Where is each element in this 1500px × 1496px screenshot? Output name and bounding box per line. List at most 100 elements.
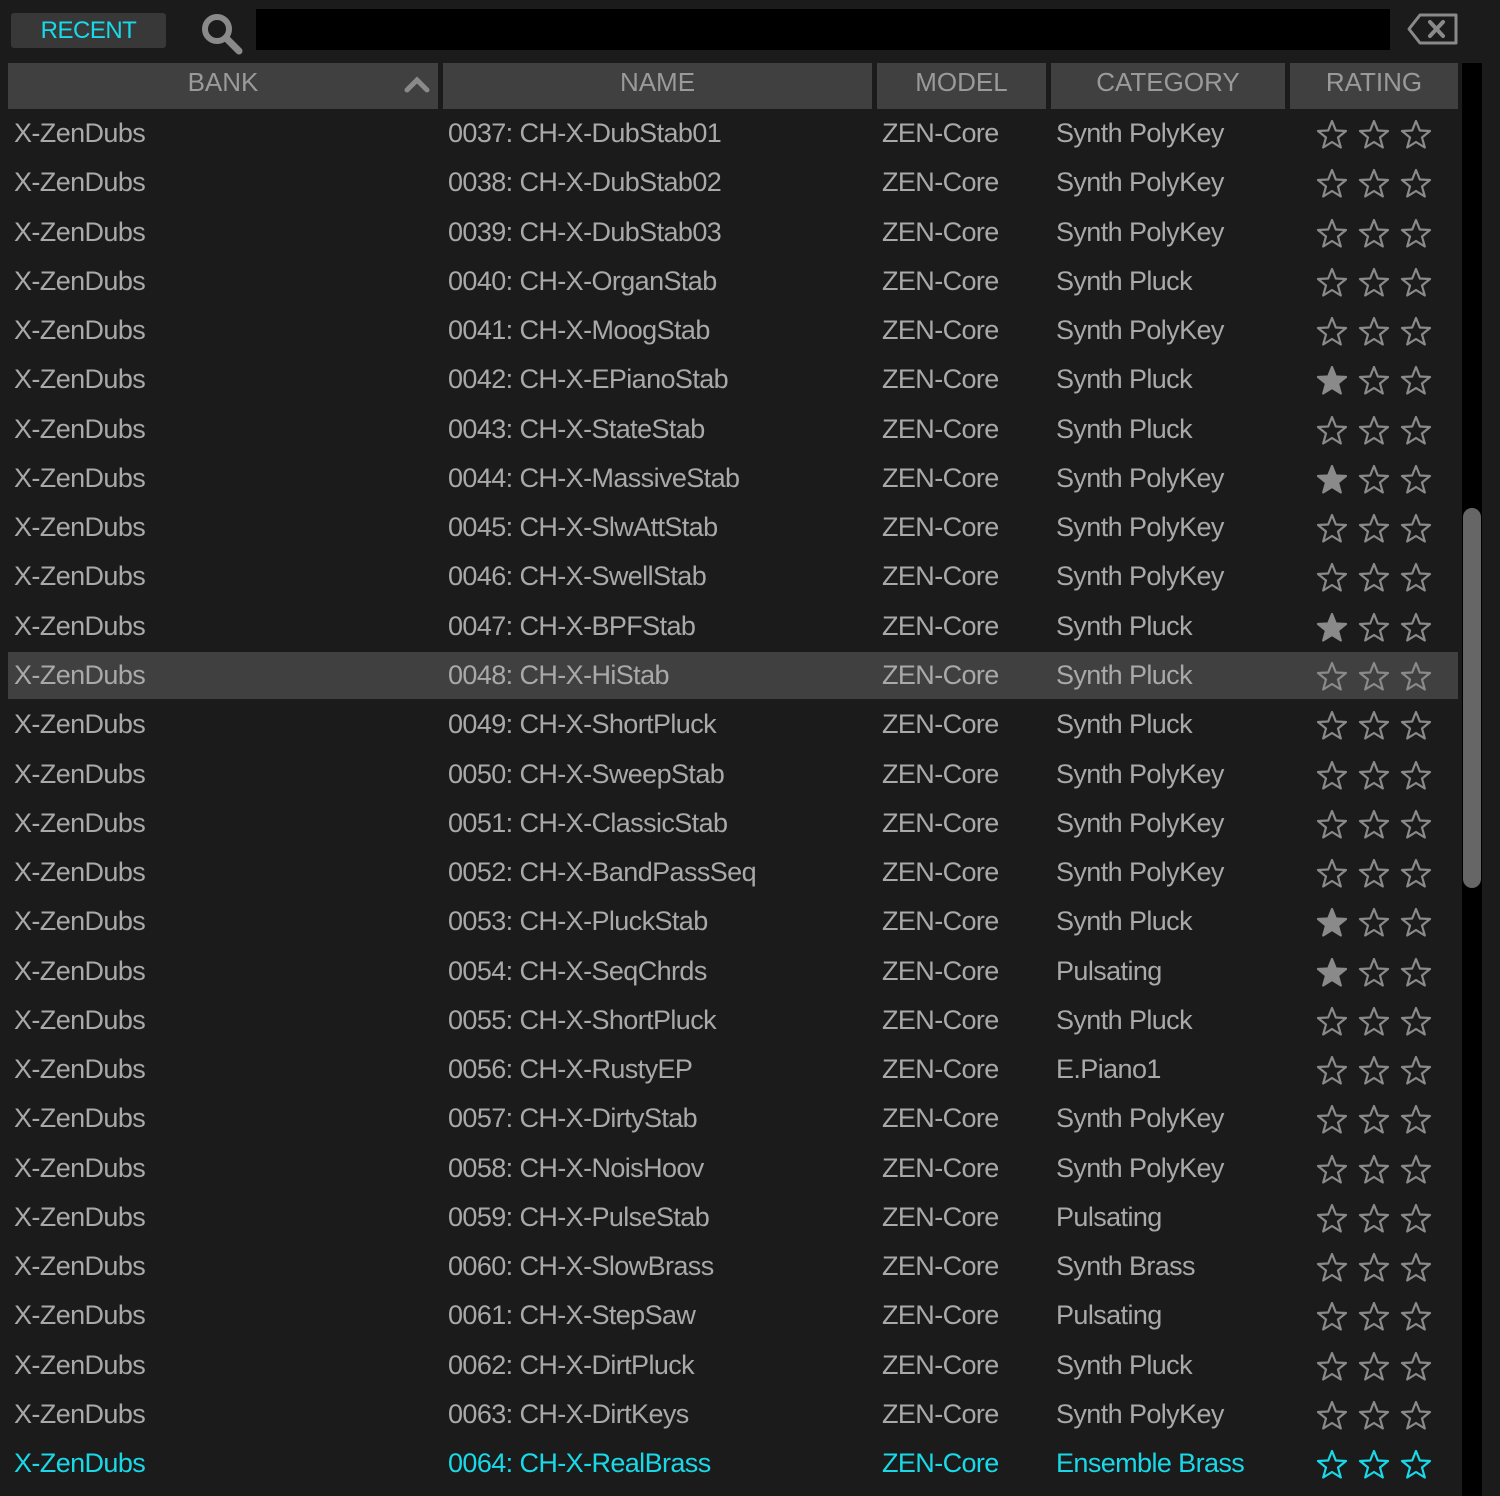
table-row[interactable]: X-ZenDubs 0038: CH-X-DubStab02 ZEN-Core Syn… bbox=[8, 159, 1458, 206]
star-outline-icon[interactable] bbox=[1316, 1252, 1348, 1282]
star-outline-icon[interactable] bbox=[1316, 119, 1348, 149]
star-outline-icon[interactable] bbox=[1400, 513, 1432, 543]
star-outline-icon[interactable] bbox=[1316, 809, 1348, 839]
star-filled-icon[interactable] bbox=[1316, 464, 1348, 494]
star-outline-icon[interactable] bbox=[1316, 760, 1348, 790]
star-outline-icon[interactable] bbox=[1400, 710, 1432, 740]
star-outline-icon[interactable] bbox=[1400, 168, 1432, 198]
star-outline-icon[interactable] bbox=[1358, 1351, 1390, 1381]
table-row[interactable]: X-ZenDubs 0039: CH-X-DubStab03 ZEN-Core Syn… bbox=[8, 209, 1458, 256]
star-outline-icon[interactable] bbox=[1400, 1055, 1432, 1085]
star-outline-icon[interactable] bbox=[1358, 1006, 1390, 1036]
table-row[interactable]: X-ZenDubs 0050: CH-X-SweepStab ZEN-Core Syn… bbox=[8, 751, 1458, 798]
table-row[interactable]: X-ZenDubs 0059: CH-X-PulseStab ZEN-Core Pul… bbox=[8, 1194, 1458, 1241]
table-row[interactable]: X-ZenDubs 0047: CH-X-BPFStab ZEN-Core Synth… bbox=[8, 603, 1458, 650]
star-filled-icon[interactable] bbox=[1316, 907, 1348, 937]
star-outline-icon[interactable] bbox=[1358, 1252, 1390, 1282]
table-row[interactable]: X-ZenDubs 0055: CH-X-ShortPluck ZEN-Core Sy… bbox=[8, 997, 1458, 1044]
star-outline-icon[interactable] bbox=[1316, 513, 1348, 543]
star-outline-icon[interactable] bbox=[1358, 858, 1390, 888]
star-outline-icon[interactable] bbox=[1358, 760, 1390, 790]
star-outline-icon[interactable] bbox=[1400, 1252, 1432, 1282]
star-outline-icon[interactable] bbox=[1358, 1104, 1390, 1134]
star-outline-icon[interactable] bbox=[1316, 1006, 1348, 1036]
star-outline-icon[interactable] bbox=[1316, 316, 1348, 346]
star-outline-icon[interactable] bbox=[1358, 957, 1390, 987]
table-row[interactable]: X-ZenDubs 0044: CH-X-MassiveStab ZEN-Core S… bbox=[8, 455, 1458, 502]
star-outline-icon[interactable] bbox=[1316, 1203, 1348, 1233]
column-header-model[interactable]: MODEL bbox=[877, 63, 1046, 109]
star-outline-icon[interactable] bbox=[1316, 1449, 1348, 1479]
star-outline-icon[interactable] bbox=[1358, 464, 1390, 494]
table-row[interactable]: X-ZenDubs 0064: CH-X-RealBrass ZEN-Core Ens… bbox=[8, 1440, 1458, 1487]
star-outline-icon[interactable] bbox=[1358, 661, 1390, 691]
star-outline-icon[interactable] bbox=[1316, 267, 1348, 297]
table-row[interactable]: X-ZenDubs 0054: CH-X-SeqChrds ZEN-Core Puls… bbox=[8, 948, 1458, 995]
star-outline-icon[interactable] bbox=[1358, 1301, 1390, 1332]
star-outline-icon[interactable] bbox=[1316, 415, 1348, 445]
table-row[interactable]: X-ZenDubs 0062: CH-X-DirtPluck ZEN-Core Syn… bbox=[8, 1342, 1458, 1389]
backspace-clear-icon[interactable] bbox=[1406, 12, 1460, 46]
star-outline-icon[interactable] bbox=[1400, 1400, 1432, 1430]
column-header-name[interactable]: NAME bbox=[443, 63, 872, 109]
star-outline-icon[interactable] bbox=[1400, 1104, 1432, 1134]
star-filled-icon[interactable] bbox=[1316, 957, 1348, 987]
star-outline-icon[interactable] bbox=[1400, 562, 1432, 593]
star-outline-icon[interactable] bbox=[1358, 365, 1390, 395]
column-header-bank[interactable]: BANK bbox=[8, 63, 438, 109]
table-row[interactable]: X-ZenDubs 0046: CH-X-SwellStab ZEN-Core Syn… bbox=[8, 553, 1458, 600]
star-outline-icon[interactable] bbox=[1316, 858, 1348, 888]
star-outline-icon[interactable] bbox=[1358, 1400, 1390, 1430]
table-row[interactable]: X-ZenDubs 0052: CH-X-BandPassSeq ZEN-Core S… bbox=[8, 849, 1458, 896]
star-outline-icon[interactable] bbox=[1316, 661, 1348, 691]
star-outline-icon[interactable] bbox=[1316, 1351, 1348, 1381]
table-row[interactable]: X-ZenDubs 0040: CH-X-OrganStab ZEN-Core Syn… bbox=[8, 258, 1458, 305]
star-outline-icon[interactable] bbox=[1400, 612, 1432, 642]
star-outline-icon[interactable] bbox=[1316, 1154, 1348, 1184]
column-header-rating[interactable]: RATING bbox=[1290, 63, 1458, 109]
star-outline-icon[interactable] bbox=[1400, 809, 1432, 839]
table-row[interactable]: X-ZenDubs 0061: CH-X-StepSaw ZEN-Core Pulsa… bbox=[8, 1292, 1458, 1339]
star-outline-icon[interactable] bbox=[1400, 119, 1432, 149]
star-outline-icon[interactable] bbox=[1400, 267, 1432, 297]
star-outline-icon[interactable] bbox=[1316, 168, 1348, 198]
star-outline-icon[interactable] bbox=[1316, 1055, 1348, 1085]
star-outline-icon[interactable] bbox=[1400, 464, 1432, 494]
table-row[interactable]: X-ZenDubs 0037: CH-X-DubStab01 ZEN-Core Syn… bbox=[8, 110, 1458, 157]
recent-button[interactable]: RECENT bbox=[11, 13, 166, 48]
column-header-category[interactable]: CATEGORY bbox=[1051, 63, 1285, 109]
star-outline-icon[interactable] bbox=[1358, 907, 1390, 937]
star-outline-icon[interactable] bbox=[1400, 316, 1432, 346]
star-outline-icon[interactable] bbox=[1358, 267, 1390, 297]
search-icon[interactable] bbox=[198, 10, 244, 56]
star-outline-icon[interactable] bbox=[1358, 1055, 1390, 1085]
search-input[interactable] bbox=[256, 9, 1390, 50]
table-row[interactable]: X-ZenDubs 0057: CH-X-DirtyStab ZEN-Core Syn… bbox=[8, 1095, 1458, 1142]
star-outline-icon[interactable] bbox=[1358, 218, 1390, 248]
table-row[interactable]: X-ZenDubs 0058: CH-X-NoisHoov ZEN-Core Synt… bbox=[8, 1145, 1458, 1192]
star-outline-icon[interactable] bbox=[1400, 858, 1432, 888]
star-outline-icon[interactable] bbox=[1316, 1400, 1348, 1430]
star-outline-icon[interactable] bbox=[1358, 1449, 1390, 1479]
star-outline-icon[interactable] bbox=[1400, 365, 1432, 395]
star-outline-icon[interactable] bbox=[1400, 957, 1432, 987]
table-row[interactable]: X-ZenDubs 0060: CH-X-SlowBrass ZEN-Core Syn… bbox=[8, 1243, 1458, 1290]
star-outline-icon[interactable] bbox=[1358, 119, 1390, 149]
table-row[interactable]: X-ZenDubs 0042: CH-X-EPianoStab ZEN-Core Sy… bbox=[8, 356, 1458, 403]
table-row[interactable]: X-ZenDubs 0056: CH-X-RustyEP ZEN-Core E.Pia… bbox=[8, 1046, 1458, 1093]
star-outline-icon[interactable] bbox=[1358, 562, 1390, 593]
star-outline-icon[interactable] bbox=[1358, 710, 1390, 740]
star-outline-icon[interactable] bbox=[1358, 513, 1390, 543]
table-row[interactable]: X-ZenDubs 0063: CH-X-DirtKeys ZEN-Core Synt… bbox=[8, 1391, 1458, 1438]
star-outline-icon[interactable] bbox=[1400, 1351, 1432, 1381]
table-row[interactable]: X-ZenDubs 0049: CH-X-ShortPluck ZEN-Core Sy… bbox=[8, 701, 1458, 748]
star-outline-icon[interactable] bbox=[1400, 218, 1432, 248]
star-outline-icon[interactable] bbox=[1358, 316, 1390, 346]
star-outline-icon[interactable] bbox=[1400, 1154, 1432, 1184]
star-outline-icon[interactable] bbox=[1316, 562, 1348, 593]
star-filled-icon[interactable] bbox=[1316, 612, 1348, 642]
star-outline-icon[interactable] bbox=[1400, 661, 1432, 691]
star-outline-icon[interactable] bbox=[1358, 1154, 1390, 1184]
star-outline-icon[interactable] bbox=[1316, 218, 1348, 248]
star-outline-icon[interactable] bbox=[1316, 1104, 1348, 1134]
